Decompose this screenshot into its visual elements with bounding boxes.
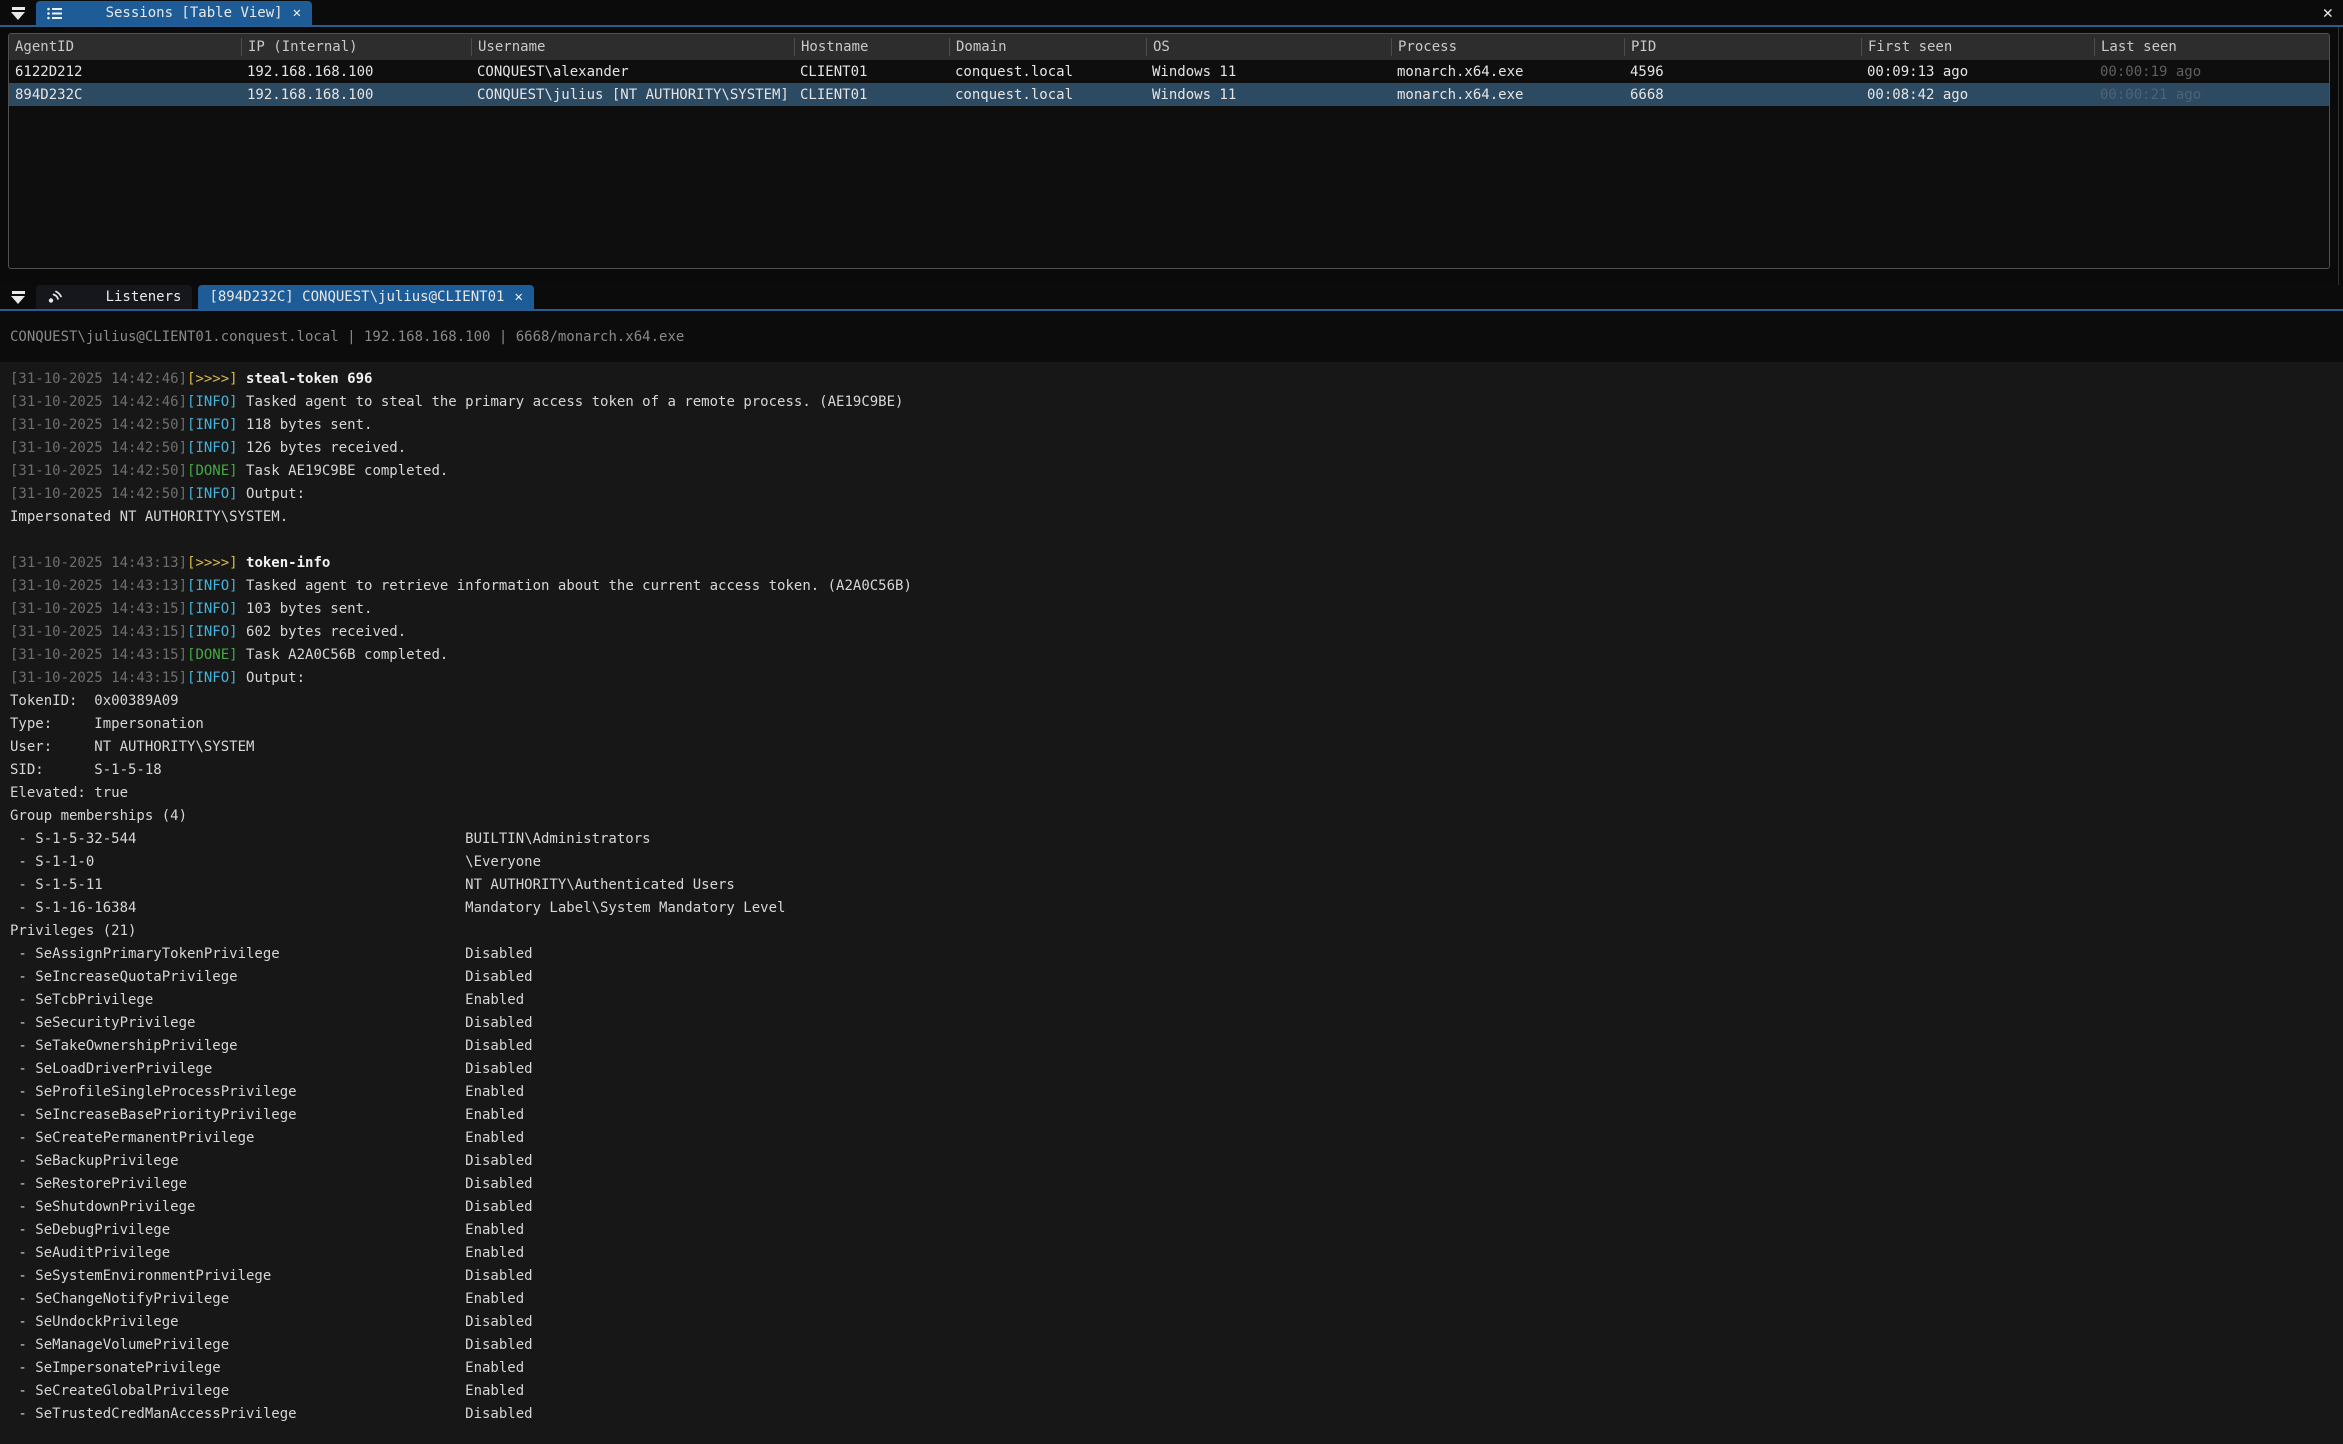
terminal-log-line: [31-10-2025 14:43:15][INFO] 103 bytes se… [10, 598, 2329, 621]
session-cell: 00:00:21 ago [2094, 87, 2328, 103]
session-cell: CONQUEST\julius [NT AUTHORITY\SYSTEM] [471, 87, 794, 103]
console-tabbar: Listeners [894D232C] CONQUEST\julius@CLI… [0, 285, 2343, 311]
close-tab-icon[interactable]: ✕ [512, 289, 522, 305]
terminal-output-line: Group memberships (4) [10, 805, 2329, 828]
session-row[interactable]: 6122D212192.168.168.100CONQUEST\alexande… [9, 60, 2329, 83]
agent-status-bar: CONQUEST\julius@CLIENT01.conquest.local … [0, 311, 2343, 362]
terminal-log-line: [31-10-2025 14:42:50][DONE] Task AE19C9B… [10, 460, 2329, 483]
session-cell: 6122D212 [9, 64, 241, 80]
session-cell: 00:08:42 ago [1861, 87, 2094, 103]
terminal-output-line: - S-1-1-0\Everyone [10, 851, 2329, 874]
session-cell: conquest.local [949, 64, 1146, 80]
tab-label: Listeners [106, 289, 182, 305]
session-cell: 4596 [1624, 64, 1861, 80]
terminal-output-line: TokenID: 0x00389A09 [10, 690, 2329, 713]
sessions-tabbar: Sessions [Table View] ✕ ✕ [0, 0, 2343, 27]
terminal-output-line: - SeRestorePrivilegeDisabled [10, 1173, 2329, 1196]
session-cell: Windows 11 [1146, 64, 1391, 80]
collapse-panel-icon[interactable] [0, 1, 36, 25]
close-tab-icon[interactable]: ✕ [291, 5, 301, 21]
terminal-log-line: [31-10-2025 14:43:15][INFO] Output: [10, 667, 2329, 690]
terminal-log-line: [31-10-2025 14:42:50][INFO] 126 bytes re… [10, 437, 2329, 460]
session-cell: 894D232C [9, 87, 241, 103]
terminal-output-line: SID: S-1-5-18 [10, 759, 2329, 782]
session-cell: CONQUEST\alexander [471, 64, 794, 80]
terminal-log-line: [31-10-2025 14:43:15][DONE] Task A2A0C56… [10, 644, 2329, 667]
terminal-log-line: [31-10-2025 14:43:13][>>>>] token-info [10, 552, 2329, 575]
tab-listeners[interactable]: Listeners [36, 285, 192, 309]
terminal-output-line: - SeShutdownPrivilegeDisabled [10, 1196, 2329, 1219]
session-cell: monarch.x64.exe [1391, 87, 1624, 103]
terminal-log-line: [31-10-2025 14:42:50][INFO] Output: [10, 483, 2329, 506]
column-header[interactable]: AgentID [9, 38, 241, 56]
session-cell: Windows 11 [1146, 87, 1391, 103]
session-cell: monarch.x64.exe [1391, 64, 1624, 80]
terminal-output-line: - SeTcbPrivilegeEnabled [10, 989, 2329, 1012]
terminal-output-line: - SeAssignPrimaryTokenPrivilegeDisabled [10, 943, 2329, 966]
table-body: 6122D212192.168.168.100CONQUEST\alexande… [9, 60, 2329, 106]
terminal-output-line: - SeCreatePermanentPrivilegeEnabled [10, 1127, 2329, 1150]
terminal-output-line: - SeTakeOwnershipPrivilegeDisabled [10, 1035, 2329, 1058]
terminal-output-line: Impersonated NT AUTHORITY\SYSTEM. [10, 506, 2329, 529]
collapse-panel-icon[interactable] [0, 285, 36, 309]
terminal-output-line: Type: Impersonation [10, 713, 2329, 736]
column-header[interactable]: Process [1391, 38, 1624, 56]
terminal-output-line: - SeAuditPrivilegeEnabled [10, 1242, 2329, 1265]
column-header[interactable]: OS [1146, 38, 1391, 56]
terminal-output-line: - SeTrustedCredManAccessPrivilegeDisable… [10, 1403, 2329, 1426]
terminal-log-line: [31-10-2025 14:43:13][INFO] Tasked agent… [10, 575, 2329, 598]
column-header[interactable]: Hostname [794, 38, 949, 56]
column-header[interactable]: IP (Internal) [241, 38, 471, 56]
terminal-output-line: - SeSystemEnvironmentPrivilegeDisabled [10, 1265, 2329, 1288]
terminal-log-line: [31-10-2025 14:42:50][INFO] 118 bytes se… [10, 414, 2329, 437]
terminal-output-line: - SeCreateGlobalPrivilegeEnabled [10, 1380, 2329, 1403]
sessions-table: AgentIDIP (Internal)UsernameHostnameDoma… [8, 33, 2330, 269]
session-cell: conquest.local [949, 87, 1146, 103]
session-cell: CLIENT01 [794, 87, 949, 103]
terminal-output-line: - SeLoadDriverPrivilegeDisabled [10, 1058, 2329, 1081]
terminal-output-line: - SeImpersonatePrivilegeEnabled [10, 1357, 2329, 1380]
terminal-output-line: - SeProfileSingleProcessPrivilegeEnabled [10, 1081, 2329, 1104]
column-header[interactable]: Domain [949, 38, 1146, 56]
terminal-output-line: - SeBackupPrivilegeDisabled [10, 1150, 2329, 1173]
session-cell: 00:09:13 ago [1861, 64, 2094, 80]
session-cell: CLIENT01 [794, 64, 949, 80]
window-close-icon[interactable]: ✕ [2323, 2, 2333, 24]
terminal-output-line: - S-1-16-16384Mandatory Label\System Man… [10, 897, 2329, 920]
column-header[interactable]: First seen [1861, 38, 2094, 56]
column-header[interactable]: Username [471, 38, 794, 56]
terminal-output-line: Elevated: true [10, 782, 2329, 805]
terminal-log-line: [31-10-2025 14:42:46][INFO] Tasked agent… [10, 391, 2329, 414]
terminal-blank-line [10, 529, 2329, 552]
agent-status-text: CONQUEST\julius@CLIENT01.conquest.local … [10, 329, 684, 345]
terminal-output-line: User: NT AUTHORITY\SYSTEM [10, 736, 2329, 759]
terminal-output-line: Privileges (21) [10, 920, 2329, 943]
tab-label: [894D232C] CONQUEST\julius@CLIENT01 [209, 289, 504, 305]
terminal-output-line: - S-1-5-32-544BUILTIN\Administrators [10, 828, 2329, 851]
terminal-log-line: [31-10-2025 14:42:46][>>>>] steal-token … [10, 368, 2329, 391]
terminal-output-line: - SeSecurityPrivilegeDisabled [10, 1012, 2329, 1035]
console-output[interactable]: [31-10-2025 14:42:46][>>>>] steal-token … [0, 362, 2343, 1444]
terminal-log-line: [31-10-2025 14:43:15][INFO] 602 bytes re… [10, 621, 2329, 644]
tab-sessions-table-view[interactable]: Sessions [Table View] ✕ [36, 1, 312, 25]
tab-agent-console[interactable]: [894D232C] CONQUEST\julius@CLIENT01 ✕ [198, 285, 533, 309]
session-cell: 192.168.168.100 [241, 64, 471, 80]
session-cell: 00:00:19 ago [2094, 64, 2328, 80]
terminal-output-line: - SeManageVolumePrivilegeDisabled [10, 1334, 2329, 1357]
terminal-output-line: - SeUndockPrivilegeDisabled [10, 1311, 2329, 1334]
session-cell: 6668 [1624, 87, 1861, 103]
column-header[interactable]: Last seen [2094, 38, 2328, 56]
terminal-output-line: - SeIncreaseQuotaPrivilegeDisabled [10, 966, 2329, 989]
table-header: AgentIDIP (Internal)UsernameHostnameDoma… [9, 34, 2329, 60]
terminal-output-line: - SeIncreaseBasePriorityPrivilegeEnabled [10, 1104, 2329, 1127]
terminal-output-line: - SeChangeNotifyPrivilegeEnabled [10, 1288, 2329, 1311]
session-cell: 192.168.168.100 [241, 87, 471, 103]
terminal-output-line: - SeDebugPrivilegeEnabled [10, 1219, 2329, 1242]
tab-label: Sessions [Table View] [106, 5, 283, 21]
column-header[interactable]: PID [1624, 38, 1861, 56]
session-row[interactable]: 894D232C192.168.168.100CONQUEST\julius [… [9, 83, 2329, 106]
terminal-output-line: - S-1-5-11NT AUTHORITY\Authenticated Use… [10, 874, 2329, 897]
